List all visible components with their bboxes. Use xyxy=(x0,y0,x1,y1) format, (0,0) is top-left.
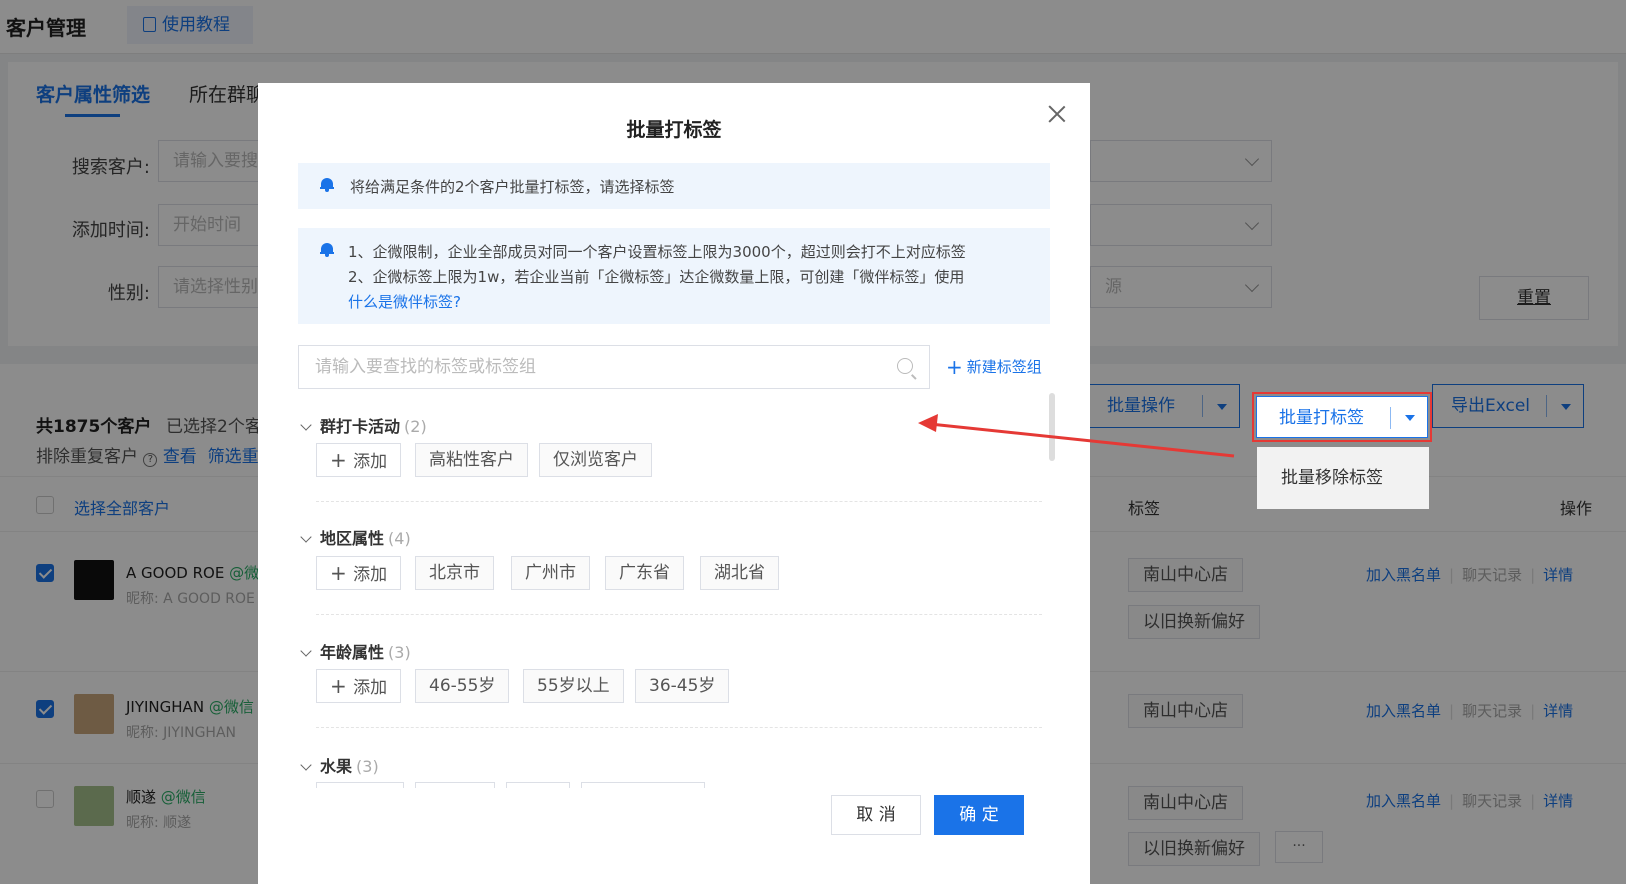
tag-group-header[interactable]: 地区属性 (4) xyxy=(298,525,411,549)
search-icon xyxy=(897,358,913,374)
tag-chip[interactable]: 广东省 xyxy=(605,556,684,590)
tag-group-header[interactable]: 水果 (3) xyxy=(298,753,379,777)
confirm-button[interactable]: 确 定 xyxy=(934,795,1024,835)
tag-chip[interactable]: 仅浏览客户 xyxy=(539,443,652,477)
tag-search-input[interactable]: 请输入要查找的标签或标签组 xyxy=(298,345,930,389)
tag-chip[interactable] xyxy=(415,782,495,788)
group-name: 群打卡活动 xyxy=(320,417,401,436)
cancel-button[interactable]: 取 消 xyxy=(831,795,921,835)
tag-chip[interactable]: 广州市 xyxy=(511,556,590,590)
add-tag-label: 添加 xyxy=(353,452,388,472)
bell-icon xyxy=(320,177,334,192)
group-count: (4) xyxy=(388,529,411,548)
limits-line-1: 1、企微限制，企业全部成员对同一个客户设置标签上限为3000个，超过则会打不上对… xyxy=(348,243,966,261)
info-notice: 将给满足条件的2个客户批量打标签，请选择标签 xyxy=(298,163,1050,209)
tag-group-header[interactable]: 群打卡活动 (2) xyxy=(298,413,427,437)
group-name: 年龄属性 xyxy=(320,643,385,662)
close-icon[interactable] xyxy=(1046,103,1068,125)
group-divider xyxy=(316,501,1042,502)
tag-chip[interactable]: 55岁以上 xyxy=(523,669,624,703)
tag-group-header[interactable]: 年龄属性 (3) xyxy=(298,639,411,663)
plus-icon: + xyxy=(330,448,354,472)
plus-icon: + xyxy=(946,355,963,379)
notice-text: 将给满足条件的2个客户批量打标签，请选择标签 xyxy=(350,178,675,196)
batch-tag-dialog: 批量打标签 将给满足条件的2个客户批量打标签，请选择标签 1、企微限制，企业全部… xyxy=(258,83,1090,884)
limits-text: 1、企微限制，企业全部成员对同一个客户设置标签上限为3000个，超过则会打不上对… xyxy=(348,240,966,315)
group-count: (3) xyxy=(356,757,379,776)
add-tag-button[interactable]: + 添加 xyxy=(316,556,402,590)
add-tag-button[interactable] xyxy=(316,782,404,788)
bell-icon xyxy=(320,242,334,257)
clipped-tag-row xyxy=(316,782,848,788)
tag-chip[interactable] xyxy=(506,782,570,788)
tag-chip[interactable]: 46-55岁 xyxy=(415,669,510,703)
plus-icon: + xyxy=(330,561,354,585)
group-count: (3) xyxy=(388,643,411,662)
add-tag-label: 添加 xyxy=(353,678,388,698)
group-count: (2) xyxy=(404,417,427,436)
new-group-label: 新建标签组 xyxy=(966,358,1042,376)
chevron-down-icon xyxy=(300,419,312,431)
add-tag-label: 添加 xyxy=(353,565,388,585)
tag-chip[interactable] xyxy=(581,782,705,788)
chevron-down-icon xyxy=(300,531,312,543)
tag-chip[interactable]: 湖北省 xyxy=(700,556,779,590)
tag-chip[interactable]: 北京市 xyxy=(415,556,494,590)
chevron-down-icon xyxy=(300,759,312,771)
group-name: 地区属性 xyxy=(320,529,385,548)
group-divider xyxy=(316,614,1042,615)
tag-chip[interactable]: 高粘性客户 xyxy=(415,443,528,477)
remove-tags-menu-item[interactable]: 批量移除标签 xyxy=(1257,447,1429,509)
tag-search-placeholder: 请输入要查找的标签或标签组 xyxy=(315,357,536,377)
limits-notice: 1、企微限制，企业全部成员对同一个客户设置标签上限为3000个，超过则会打不上对… xyxy=(298,228,1050,324)
limits-line-2: 2、企微标签上限为1w，若企业当前「企微标签」达企微数量上限，可创建「微伴标签」… xyxy=(348,268,965,286)
tag-chip[interactable]: 36-45岁 xyxy=(635,669,730,703)
dialog-title: 批量打标签 xyxy=(626,119,722,141)
highlight-frame xyxy=(1252,392,1432,442)
add-tag-button[interactable]: + 添加 xyxy=(316,443,402,477)
plus-icon: + xyxy=(330,674,354,698)
group-divider xyxy=(316,727,1042,728)
add-tag-button[interactable]: + 添加 xyxy=(316,669,402,703)
weiban-tag-help-link[interactable]: 什么是微伴标签? xyxy=(348,290,966,315)
new-tag-group-button[interactable]: + 新建标签组 xyxy=(946,355,1042,379)
chevron-down-icon xyxy=(300,645,312,657)
scrollbar[interactable] xyxy=(1049,393,1055,461)
group-name: 水果 xyxy=(320,757,353,776)
